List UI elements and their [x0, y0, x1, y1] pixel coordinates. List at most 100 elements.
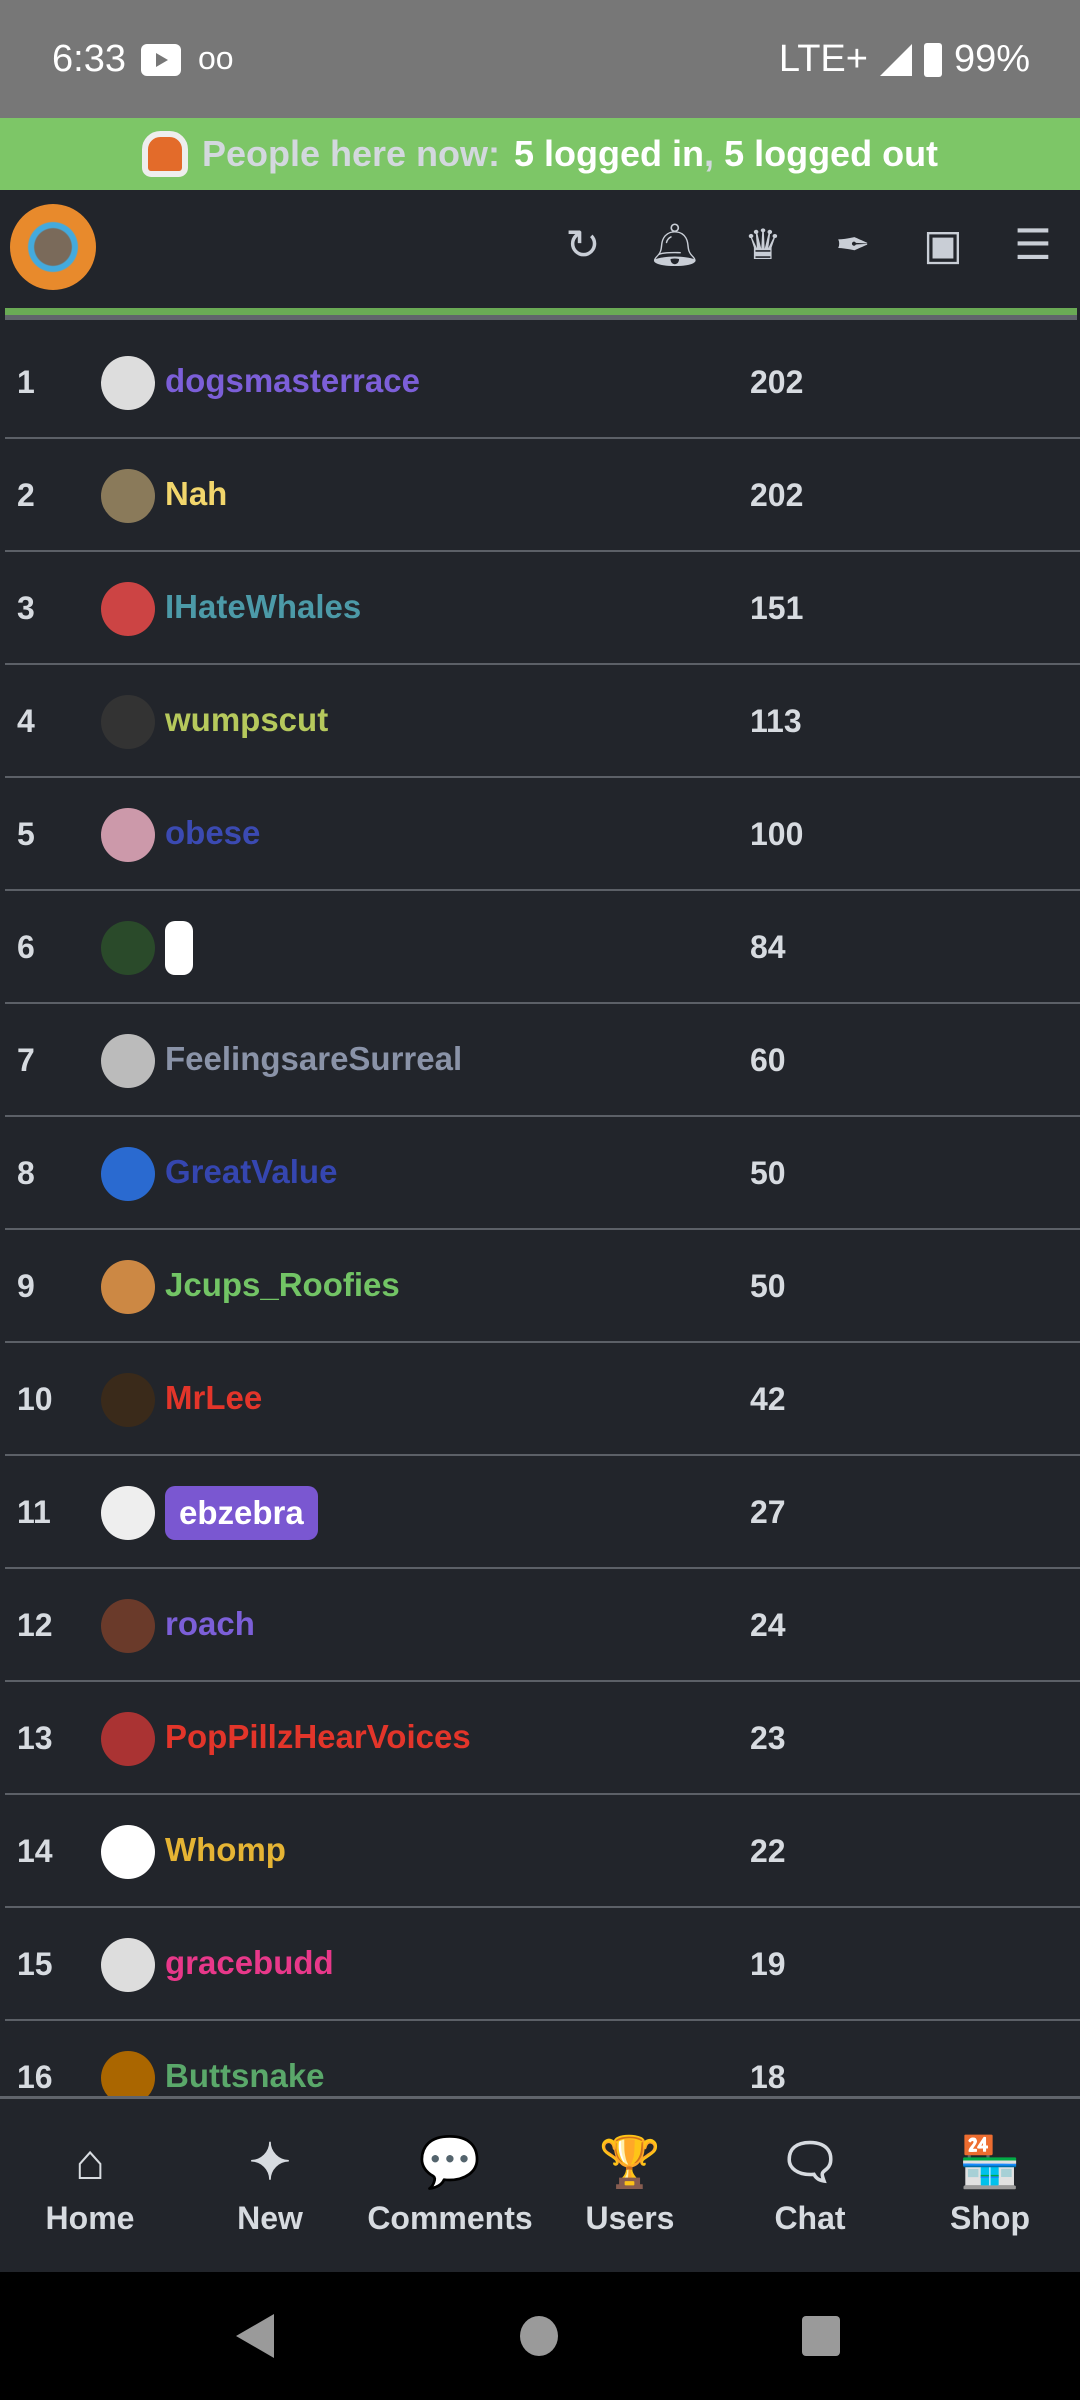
- avatar[interactable]: [101, 1373, 155, 1427]
- avatar[interactable]: [101, 1712, 155, 1766]
- store-icon: 🏪: [958, 2134, 1022, 2190]
- rank: 6: [17, 929, 35, 965]
- rank: 1: [17, 364, 35, 400]
- username-link[interactable]: [165, 921, 193, 975]
- avatar[interactable]: [101, 695, 155, 749]
- table-row[interactable]: 11 ebzebra 27: [5, 1456, 1080, 1569]
- crown-icon[interactable]: ♛: [738, 220, 788, 270]
- table-row[interactable]: 5 obese 100: [5, 778, 1080, 891]
- table-row[interactable]: 1 dogsmasterrace 202: [5, 326, 1080, 439]
- avatar[interactable]: [101, 808, 155, 862]
- table-row[interactable]: 8 GreatValue 50: [5, 1117, 1080, 1230]
- leaderboard-table: 1 dogsmasterrace 202 2 Nah 202 3 IHateWhal…: [0, 326, 1080, 2096]
- table-row[interactable]: 6 84: [5, 891, 1080, 1004]
- score: 24: [750, 1607, 786, 1643]
- ticket-icon[interactable]: ▣: [918, 220, 968, 270]
- score: 50: [750, 1268, 786, 1304]
- avatar[interactable]: [101, 356, 155, 410]
- table-row[interactable]: 16 Buttsnake 18: [5, 2021, 1080, 2096]
- nav-home[interactable]: ⌂ Home: [5, 2134, 175, 2237]
- refresh-icon[interactable]: ↻: [558, 220, 608, 270]
- network-type: LTE+: [778, 38, 868, 80]
- username-link[interactable]: gracebudd: [165, 1944, 334, 1982]
- avatar[interactable]: [101, 582, 155, 636]
- score: 60: [750, 1042, 786, 1078]
- home-icon: ⌂: [74, 2134, 106, 2190]
- recents-button[interactable]: [802, 2316, 840, 2356]
- table-row[interactable]: 15 gracebudd 19: [5, 1908, 1080, 2021]
- username-link[interactable]: Jcups_Roofies: [165, 1266, 400, 1304]
- signal-icon: [879, 43, 912, 76]
- avatar[interactable]: [101, 1486, 155, 1540]
- score: 19: [750, 1946, 786, 1982]
- back-button[interactable]: [236, 2314, 274, 2358]
- nav-shop[interactable]: 🏪 Shop: [905, 2134, 1075, 2237]
- nav-label: Chat: [774, 2200, 846, 2236]
- nav-label: Comments: [367, 2200, 533, 2236]
- table-row[interactable]: 7 FeelingsareSurreal 60: [5, 1004, 1080, 1117]
- username-link[interactable]: MrLee: [165, 1379, 262, 1417]
- avatar[interactable]: [101, 1260, 155, 1314]
- nav-new[interactable]: ✦ New: [185, 2134, 355, 2237]
- nav-users[interactable]: 🏆 Users: [545, 2134, 715, 2237]
- sparkles-icon: ✦: [249, 2134, 291, 2190]
- table-row[interactable]: 4 wumpscut 113: [5, 665, 1080, 778]
- score: 27: [750, 1494, 786, 1530]
- site-logo[interactable]: [10, 204, 96, 290]
- score: 202: [750, 364, 804, 400]
- username-link[interactable]: wumpscut: [165, 701, 328, 739]
- system-nav-bar: [0, 2272, 1080, 2400]
- rank: 16: [17, 2059, 53, 2095]
- table-row[interactable]: 3 IHateWhales 151: [5, 552, 1080, 665]
- avatar[interactable]: [101, 1147, 155, 1201]
- username-link[interactable]: FeelingsareSurreal: [165, 1040, 462, 1078]
- rank: 5: [17, 816, 35, 852]
- home-button[interactable]: [520, 2316, 558, 2356]
- rank: 12: [17, 1607, 53, 1643]
- username-link[interactable]: Whomp: [165, 1831, 286, 1869]
- username-link[interactable]: ebzebra: [165, 1486, 318, 1540]
- menu-icon[interactable]: ☰: [1008, 220, 1058, 270]
- username-link[interactable]: obese: [165, 814, 260, 852]
- nav-label: Home: [45, 2200, 135, 2236]
- username-link[interactable]: PopPillzHearVoices: [165, 1718, 471, 1756]
- logged-out-count: 5 logged out: [724, 133, 939, 174]
- table-row[interactable]: 2 Nah 202: [5, 439, 1080, 552]
- username-link[interactable]: GreatValue: [165, 1153, 337, 1191]
- online-users-banner[interactable]: People here now: 5 logged in, 5 logged o…: [0, 118, 1080, 190]
- site-header: ↻ 🔔︎ ♛ ✒ ▣ ☰: [0, 190, 1080, 308]
- avatar[interactable]: [101, 1034, 155, 1088]
- table-row[interactable]: 10 MrLee 42: [5, 1343, 1080, 1456]
- table-row[interactable]: 12 roach 24: [5, 1569, 1080, 1682]
- rank: 11: [17, 1494, 51, 1530]
- avatar[interactable]: [101, 469, 155, 523]
- rank: 3: [17, 590, 35, 626]
- table-row[interactable]: 9 Jcups_Roofies 50: [5, 1230, 1080, 1343]
- avatar[interactable]: [101, 1938, 155, 1992]
- bell-icon[interactable]: 🔔︎: [648, 220, 701, 270]
- table-row[interactable]: 13 PopPillzHearVoices 23: [5, 1682, 1080, 1795]
- status-bar: 6:33 oo LTE+ 99%: [0, 0, 1080, 118]
- avatar[interactable]: [101, 921, 155, 975]
- nav-comments[interactable]: 💬 Comments: [365, 2134, 535, 2237]
- clock: 6:33: [52, 38, 126, 80]
- username-link[interactable]: IHateWhales: [165, 588, 361, 626]
- rank: 13: [17, 1720, 53, 1756]
- comment-icon: 💬: [418, 2134, 482, 2190]
- rank: 7: [17, 1042, 35, 1078]
- username-link[interactable]: roach: [165, 1605, 255, 1643]
- score: 22: [750, 1833, 786, 1869]
- battery-icon: [923, 42, 942, 77]
- avatar[interactable]: [101, 2051, 155, 2096]
- score: 100: [750, 816, 804, 852]
- username-link[interactable]: Buttsnake: [165, 2057, 325, 2095]
- username-link[interactable]: Nah: [165, 475, 227, 513]
- table-row[interactable]: 14 Whomp 22: [5, 1795, 1080, 1908]
- score: 18: [750, 2059, 786, 2095]
- feather-icon[interactable]: ✒: [828, 220, 878, 270]
- rank: 4: [17, 703, 35, 739]
- username-link[interactable]: dogsmasterrace: [165, 362, 420, 400]
- avatar[interactable]: [101, 1599, 155, 1653]
- avatar[interactable]: [101, 1825, 155, 1879]
- nav-chat[interactable]: 🗨 Chat: [725, 2134, 895, 2237]
